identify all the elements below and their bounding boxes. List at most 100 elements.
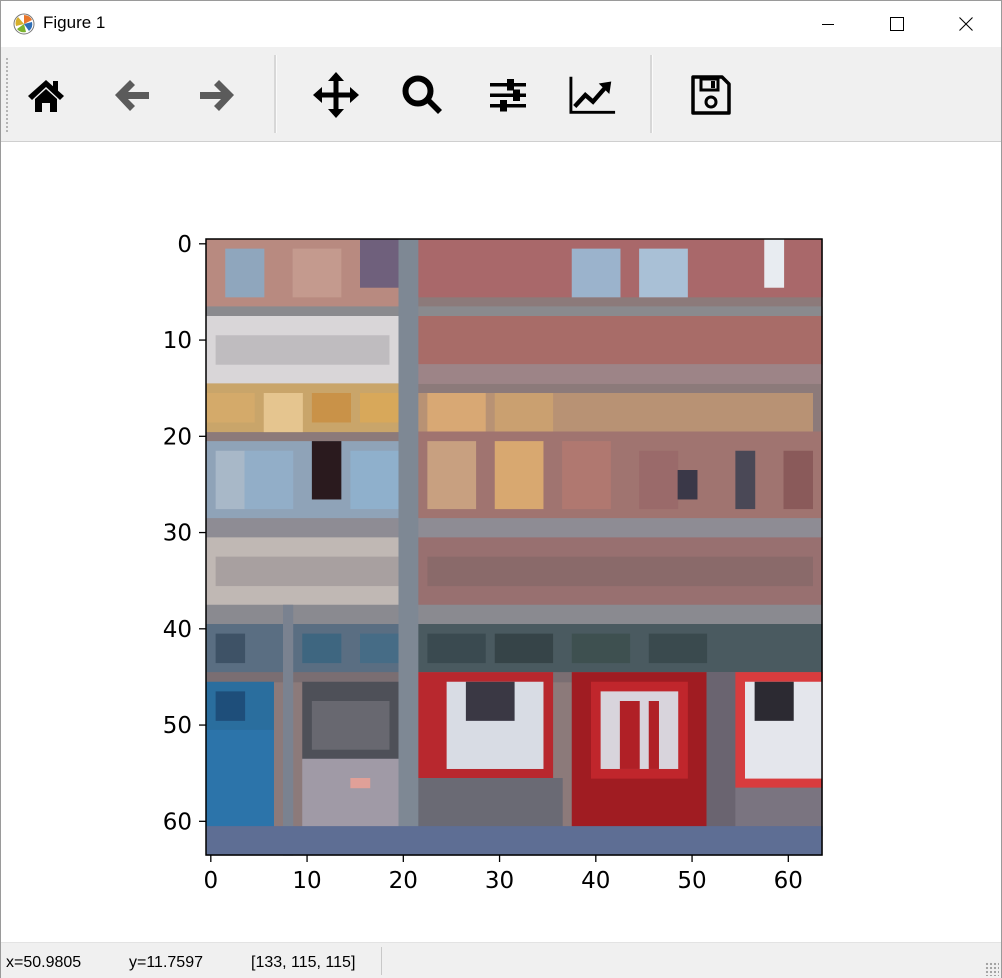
sliders-icon bbox=[490, 79, 526, 112]
axes-svg[interactable]: 0 10 20 30 40 50 60 0 10 20 30 40 50 60 bbox=[1, 142, 1001, 942]
image-pixel-block bbox=[350, 450, 400, 510]
y-tick-label: 20 bbox=[163, 424, 192, 450]
x-axis: 0 10 20 30 40 50 60 bbox=[203, 855, 803, 894]
image-pixel-block bbox=[292, 248, 342, 298]
floppy-disk-icon bbox=[691, 75, 731, 115]
image-pixel-block bbox=[764, 239, 785, 288]
toolbar-separator bbox=[650, 55, 653, 133]
y-tick-label: 30 bbox=[163, 521, 192, 547]
x-tick-label: 0 bbox=[203, 868, 218, 894]
y-tick-label: 50 bbox=[163, 713, 192, 739]
configure-subplots-button[interactable] bbox=[484, 71, 532, 119]
image-pixel-block bbox=[494, 633, 554, 664]
x-tick-label: 40 bbox=[581, 868, 610, 894]
image-pixel-block bbox=[350, 778, 371, 789]
close-icon bbox=[959, 17, 973, 31]
image-pixel-block bbox=[427, 556, 813, 587]
y-tick-label: 10 bbox=[163, 328, 192, 354]
image-pixel-block bbox=[311, 441, 342, 500]
toolbar-grip[interactable] bbox=[5, 57, 9, 133]
x-tick-label: 20 bbox=[389, 868, 418, 894]
title-bar: Figure 1 bbox=[1, 1, 1001, 47]
window-title: Figure 1 bbox=[43, 13, 106, 32]
arrow-right-icon bbox=[200, 80, 234, 111]
image-pixel-block bbox=[206, 306, 823, 317]
edit-axes-button[interactable] bbox=[569, 71, 617, 119]
image-pixel-block bbox=[206, 393, 255, 423]
image-pixel-block bbox=[206, 518, 823, 538]
image-pixel-block bbox=[494, 441, 544, 510]
image-pixel-block bbox=[215, 556, 400, 587]
x-tick-label: 10 bbox=[292, 868, 321, 894]
y-tick-label: 40 bbox=[163, 617, 192, 643]
matplotlib-logo-icon bbox=[13, 13, 35, 35]
image-pixel-block bbox=[648, 701, 659, 769]
figure-window: Figure 1 0 10 20 30 40 50 60 0 10 20 30 … bbox=[0, 0, 1002, 978]
maximize-button[interactable] bbox=[862, 1, 932, 47]
navigation-toolbar bbox=[1, 47, 1001, 142]
image-pixel-block bbox=[706, 672, 736, 837]
image-pixel-block bbox=[648, 633, 708, 664]
image-pixel-block bbox=[360, 393, 400, 423]
image-pixel-block bbox=[427, 633, 486, 664]
image-pixel-block bbox=[263, 393, 303, 433]
image-pixel-block bbox=[302, 758, 400, 827]
image-pixel-block bbox=[619, 701, 640, 769]
image-pixel-block bbox=[398, 239, 419, 837]
image-pixel-block bbox=[215, 450, 246, 510]
resize-grip[interactable] bbox=[985, 962, 999, 976]
home-button[interactable] bbox=[22, 71, 70, 119]
image-pixel-block bbox=[754, 681, 794, 721]
status-separator bbox=[381, 947, 382, 975]
home-icon bbox=[28, 80, 64, 112]
image-pixel-block bbox=[360, 633, 400, 664]
zoom-button[interactable] bbox=[398, 71, 446, 119]
image-pixel-block bbox=[417, 778, 563, 827]
image-pixel-block bbox=[571, 248, 621, 298]
image-pixel-block bbox=[215, 691, 246, 721]
image-pixel-block bbox=[206, 604, 823, 625]
image-display[interactable] bbox=[206, 239, 823, 856]
image-pixel-block bbox=[215, 335, 390, 365]
close-button[interactable] bbox=[931, 1, 1001, 47]
arrow-left-icon bbox=[115, 80, 149, 111]
forward-button[interactable] bbox=[193, 71, 241, 119]
minimize-icon bbox=[822, 24, 834, 25]
line-chart-icon bbox=[569, 76, 616, 114]
image-pixel-block bbox=[302, 633, 342, 664]
status-bar: x=50.9805 y=11.7597 [133, 115, 115] bbox=[1, 942, 1001, 978]
minimize-button[interactable] bbox=[793, 1, 863, 47]
y-coordinate-readout: y=11.7597 bbox=[129, 954, 203, 971]
image-pixel-block bbox=[735, 450, 756, 510]
image-pixel-block bbox=[215, 633, 246, 664]
maximize-icon bbox=[890, 17, 904, 31]
image-pixel-block bbox=[562, 441, 611, 510]
back-button[interactable] bbox=[108, 71, 156, 119]
image-pixel-block bbox=[427, 441, 477, 510]
image-pixel-block bbox=[571, 633, 631, 664]
image-pixel-block bbox=[427, 393, 486, 433]
y-axis: 0 10 20 30 40 50 60 bbox=[163, 232, 206, 835]
image-pixel-block bbox=[494, 393, 554, 433]
image-pixel-block bbox=[639, 450, 679, 510]
image-pixel-block bbox=[417, 431, 823, 519]
image-pixel-block bbox=[417, 316, 823, 365]
x-tick-label: 30 bbox=[485, 868, 514, 894]
toolbar-separator bbox=[274, 55, 277, 133]
image-pixel-block bbox=[311, 393, 351, 423]
image-pixel-block bbox=[417, 364, 823, 384]
y-tick-label: 60 bbox=[163, 809, 192, 835]
x-tick-label: 50 bbox=[677, 868, 706, 894]
image-pixel-block bbox=[206, 729, 274, 827]
image-pixel-block bbox=[677, 470, 698, 500]
figure-canvas[interactable]: 0 10 20 30 40 50 60 0 10 20 30 40 50 60 bbox=[1, 142, 1001, 942]
pan-button[interactable] bbox=[312, 71, 360, 119]
save-button[interactable] bbox=[687, 71, 735, 119]
image-pixel-block bbox=[283, 604, 294, 856]
image-pixel-block bbox=[783, 450, 813, 510]
image-pixel-block bbox=[639, 248, 688, 298]
x-tick-label: 60 bbox=[774, 868, 803, 894]
image-pixel-block bbox=[206, 826, 823, 856]
move-icon bbox=[313, 72, 359, 118]
magnifier-icon bbox=[402, 75, 442, 114]
